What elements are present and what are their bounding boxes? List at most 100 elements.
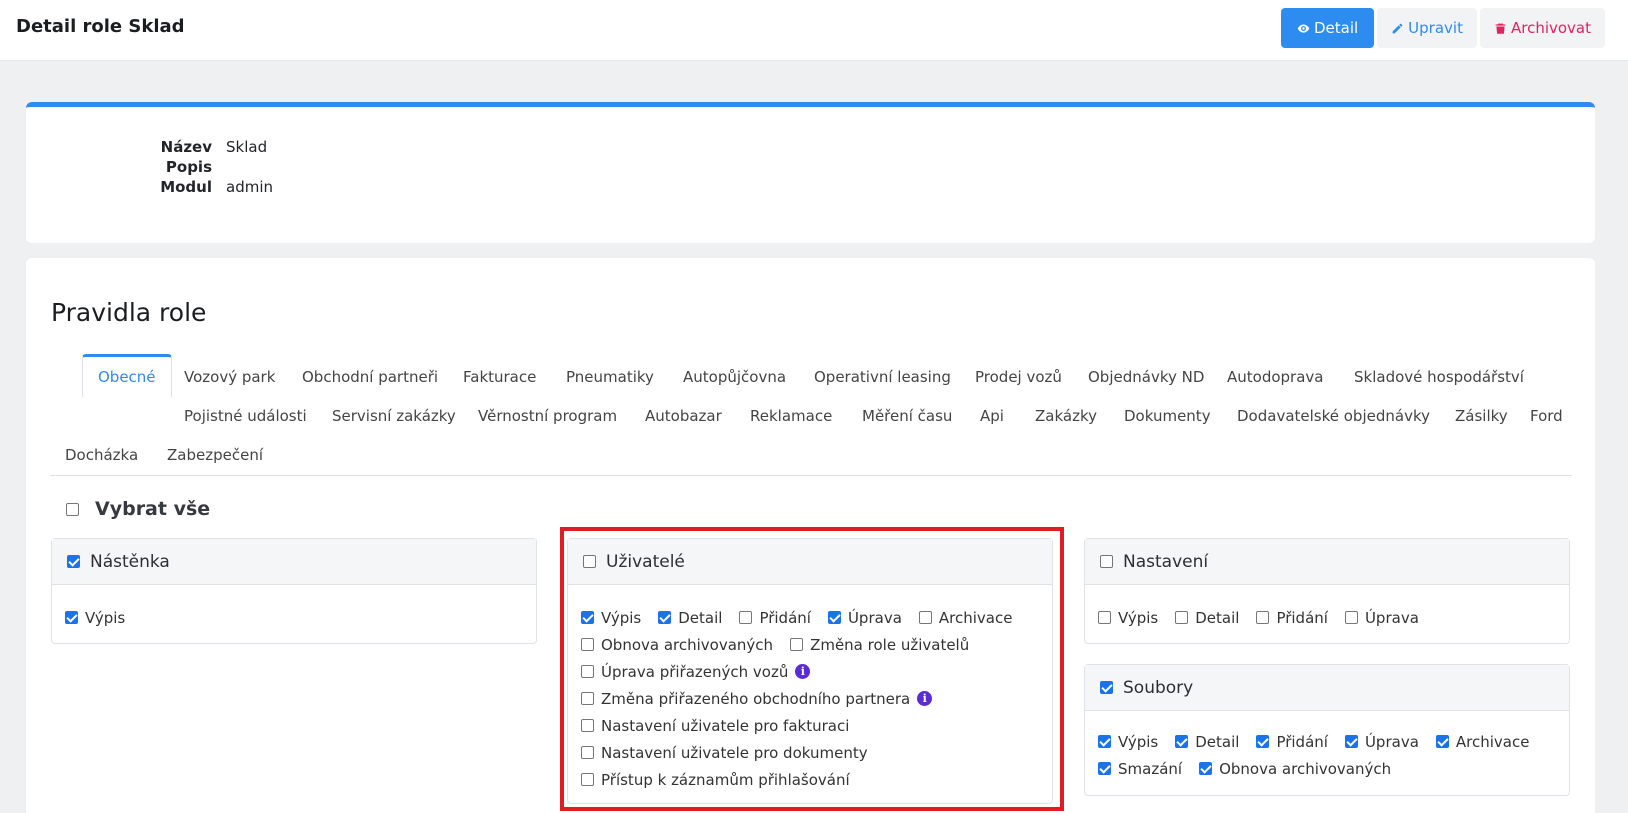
nastaveni-all-checkbox[interactable] [1100,555,1113,568]
tab-mereni-casu[interactable]: Měření času [862,407,952,425]
tab-autobazar[interactable]: Autobazar [645,407,722,425]
eye-icon [1297,23,1310,33]
tab-fakturace[interactable]: Fakturace [463,368,536,386]
tab-autopujcovna[interactable]: Autopůjčovna [683,368,786,386]
soubory-pridani[interactable]: Přidání [1256,733,1328,751]
nastaveni-pridani[interactable]: Přidání [1256,609,1328,627]
select-all-checkbox[interactable] [66,502,79,516]
description-label: Popis [165,158,212,176]
nastaveni-uprava-label: Úprava [1364,608,1419,627]
nastaveni-uprava-checkbox[interactable] [1344,611,1358,624]
panel-nastaveni: Nastavení Výpis Detail Přidání Úprava [1084,538,1570,644]
soubory-uprava-checkbox[interactable] [1344,735,1358,748]
tab-ford[interactable]: Ford [1530,407,1563,425]
info-row-description: Popis [26,158,226,176]
nastaveni-detail-checkbox[interactable] [1175,611,1189,624]
rules-title: Pravidla role [51,298,207,327]
soubory-obnova[interactable]: Obnova archivovaných [1199,760,1391,778]
nastaveni-pridani-checkbox[interactable] [1256,611,1270,624]
soubory-uprava[interactable]: Úprava [1344,732,1419,751]
select-all[interactable]: Vybrat vše [66,498,210,520]
soubory-uprava-label: Úprava [1364,732,1419,751]
nastenka-vypis[interactable]: Výpis [65,609,125,627]
soubory-pridani-checkbox[interactable] [1256,735,1270,748]
panel-nastenka-header: Nástěnka [52,539,536,585]
soubory-archivace-checkbox[interactable] [1435,735,1449,748]
tab-api[interactable]: Api [980,407,1004,425]
trash-icon [1495,23,1506,34]
tab-autodoprava[interactable]: Autodoprava [1227,368,1323,386]
soubory-vypis-label: Výpis [1118,732,1159,751]
tab-servisni-zakazky[interactable]: Servisní zakázky [332,407,456,425]
panel-nastaveni-header: Nastavení [1085,539,1569,585]
tab-dodavatelske-objednavky[interactable]: Dodavatelské objednávky [1237,407,1430,425]
tab-vernostni-program[interactable]: Věrnostní program [478,407,617,425]
nastaveni-detail-label: Detail [1195,608,1240,627]
nastenka-vypis-checkbox[interactable] [65,611,78,624]
top-bar: Detail role Sklad Detail Upravit Archivo… [0,0,1628,61]
archive-button-label: Archivovat [1510,19,1591,37]
edit-button-label: Upravit [1408,19,1463,37]
tab-vozovy-park[interactable]: Vozový park [184,368,275,386]
archive-button[interactable]: Archivovat [1479,8,1605,48]
soubory-detail-checkbox[interactable] [1175,735,1189,748]
panel-nastenka: Nástěnka Výpis [51,538,537,644]
panel-soubory-header: Soubory [1085,665,1569,711]
name-value: Sklad [226,138,268,156]
soubory-obnova-checkbox[interactable] [1199,762,1213,775]
info-row-name: Název Sklad [26,138,267,156]
panel-nastenka-title: Nástěnka [90,551,170,572]
panel-soubory-title: Soubory [1123,677,1194,698]
tab-obchodni-partneri[interactable]: Obchodní partneři [302,368,438,386]
detail-button[interactable]: Detail [1280,8,1375,48]
tab-reklamace[interactable]: Reklamace [750,407,832,425]
soubory-pridani-label: Přidání [1276,732,1328,751]
soubory-all-checkbox[interactable] [1100,681,1113,694]
tab-pneumatiky[interactable]: Pneumatiky [566,368,654,386]
panel-nastaveni-title: Nastavení [1123,551,1209,572]
tab-objednavky-nd[interactable]: Objednávky ND [1088,368,1204,386]
nastaveni-vypis[interactable]: Výpis [1098,609,1158,627]
soubory-detail-label: Detail [1195,732,1240,751]
soubory-archivace[interactable]: Archivace [1435,732,1530,751]
nastaveni-detail[interactable]: Detail [1175,609,1239,627]
nastenka-vypis-label: Výpis [85,608,126,627]
info-row-module: Modul admin [26,178,273,196]
edit-button[interactable]: Upravit [1377,8,1477,48]
page-title: Detail role Sklad [16,16,185,37]
tab-zabezpeceni[interactable]: Zabezpečení [167,446,263,464]
module-label: Modul [160,178,212,196]
highlight-frame [560,527,1064,811]
soubory-vypis[interactable]: Výpis [1098,733,1158,751]
tab-operativni-leasing[interactable]: Operativní leasing [814,368,951,386]
pencil-icon [1392,23,1403,33]
tab-prodej-vozu[interactable]: Prodej vozů [975,368,1062,386]
select-all-label: Vybrat vše [95,498,211,520]
name-label: Název [160,138,212,156]
tab-pojistne-udalosti[interactable]: Pojistné události [184,407,307,425]
tab-dokumenty[interactable]: Dokumenty [1124,407,1211,425]
soubory-vypis-checkbox[interactable] [1098,735,1111,748]
soubory-smazani-label: Smazání [1118,759,1183,778]
nastaveni-pridani-label: Přidání [1276,608,1328,627]
module-value: admin [226,178,273,196]
header-actions: Detail Upravit Archivovat [1280,8,1605,48]
nastaveni-vypis-checkbox[interactable] [1098,611,1111,624]
soubory-smazani[interactable]: Smazání [1098,760,1182,778]
detail-button-label: Detail [1313,19,1359,37]
tab-obecne[interactable]: Obecné [82,354,172,398]
soubory-detail[interactable]: Detail [1175,733,1239,751]
soubory-obnova-label: Obnova archivovaných [1219,759,1392,778]
nastenka-all-checkbox[interactable] [67,555,80,568]
rules-tabs: Obecné Vozový park Obchodní partneři Fak… [50,354,1572,476]
soubory-smazani-checkbox[interactable] [1098,762,1111,775]
nastaveni-uprava[interactable]: Úprava [1344,608,1419,627]
tab-zakazky[interactable]: Zakázky [1035,407,1097,425]
panel-soubory: Soubory Výpis Detail Přidání Úprava Arch… [1084,664,1570,796]
nastaveni-vypis-label: Výpis [1118,608,1159,627]
tab-dochazka[interactable]: Docházka [65,446,138,464]
tab-zasilky[interactable]: Zásilky [1455,407,1508,425]
role-info-card: Název Sklad Popis Modul admin [26,102,1595,243]
soubory-archivace-label: Archivace [1455,732,1530,751]
tab-skladove-hospodarstvi[interactable]: Skladové hospodářství [1354,368,1524,386]
